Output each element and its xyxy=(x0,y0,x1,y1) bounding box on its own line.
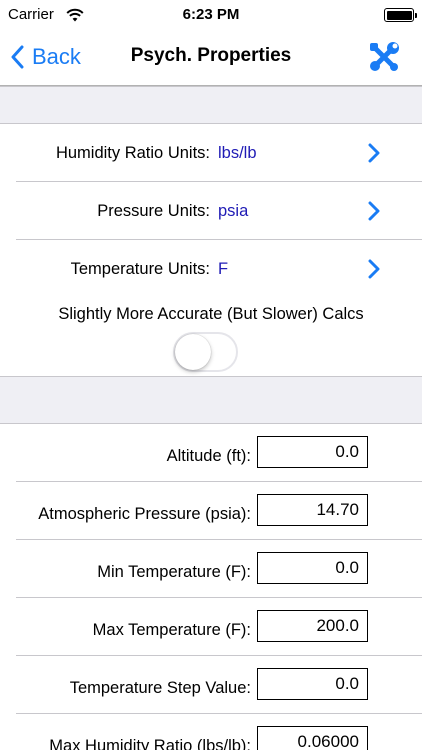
altitude-label: Altitude (ft): xyxy=(166,447,251,465)
chevron-right-icon xyxy=(368,201,380,221)
temperature-step-input[interactable] xyxy=(257,668,368,700)
max-humidity-ratio-label: Max Humidity Ratio (lbs/lb): xyxy=(49,737,251,750)
altitude-input[interactable] xyxy=(257,436,368,468)
temperature-units-label: Temperature Units: xyxy=(70,260,210,278)
humidity-ratio-units-value: lbs/lb xyxy=(218,144,257,162)
tools-icon[interactable] xyxy=(366,39,402,75)
section-separator xyxy=(0,86,422,124)
max-temperature-label: Max Temperature (F): xyxy=(92,621,251,639)
atmospheric-pressure-row: Atmospheric Pressure (psia): xyxy=(0,482,422,540)
accurate-calcs-label: Slightly More Accurate (But Slower) Calc… xyxy=(58,305,364,323)
min-temperature-input[interactable] xyxy=(257,552,368,584)
pressure-units-row[interactable]: Pressure Units: psia xyxy=(0,182,422,240)
max-temperature-input[interactable] xyxy=(257,610,368,642)
max-humidity-ratio-input[interactable] xyxy=(257,726,368,750)
min-temperature-label: Min Temperature (F): xyxy=(97,563,251,581)
chevron-right-icon xyxy=(368,143,380,163)
pressure-units-value: psia xyxy=(218,202,249,220)
temperature-units-value: F xyxy=(218,260,229,278)
pressure-units-label: Pressure Units: xyxy=(97,202,210,220)
section-separator xyxy=(0,376,422,424)
toggle-knob xyxy=(175,334,211,370)
humidity-ratio-units-row[interactable]: Humidity Ratio Units: lbs/lb xyxy=(0,124,422,182)
status-bar: Carrier 6:23 PM xyxy=(0,0,422,30)
status-time: 6:23 PM xyxy=(182,6,240,23)
page-title: Psych. Properties xyxy=(130,45,292,66)
temperature-step-row: Temperature Step Value: xyxy=(0,656,422,714)
accurate-calcs-toggle[interactable] xyxy=(173,332,238,372)
atmospheric-pressure-label: Atmospheric Pressure (psia): xyxy=(38,505,251,523)
altitude-row: Altitude (ft): xyxy=(0,424,422,482)
atmospheric-pressure-input[interactable] xyxy=(257,494,368,526)
battery-icon xyxy=(384,8,417,22)
chevron-right-icon xyxy=(368,259,380,279)
max-temperature-row: Max Temperature (F): xyxy=(0,598,422,656)
nav-bar: Back Psych. Properties xyxy=(0,30,422,86)
temperature-units-row[interactable]: Temperature Units: F xyxy=(0,240,422,298)
min-temperature-row: Min Temperature (F): xyxy=(0,540,422,598)
max-humidity-ratio-row: Max Humidity Ratio (lbs/lb): xyxy=(0,714,422,750)
temperature-step-label: Temperature Step Value: xyxy=(69,679,251,697)
humidity-ratio-units-label: Humidity Ratio Units: xyxy=(55,144,210,162)
